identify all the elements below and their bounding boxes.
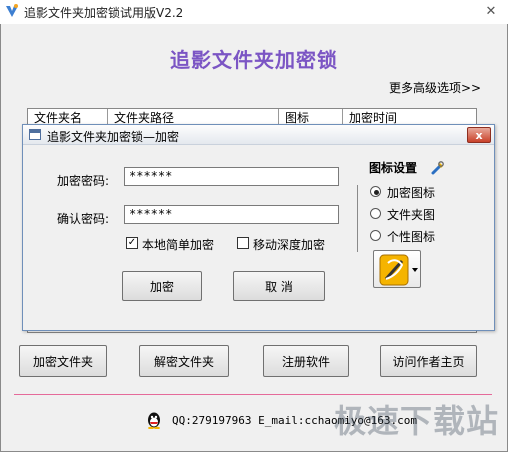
password-label: 加密密码: xyxy=(57,174,110,188)
encrypt-folder-button[interactable]: 加密文件夹 xyxy=(19,345,107,377)
password-input[interactable]: ****** xyxy=(124,167,339,186)
local-simple-encrypt-label[interactable]: 本地简单加密 xyxy=(142,236,214,253)
mobile-deep-encrypt-label[interactable]: 移动深度加密 xyxy=(253,236,325,253)
app-logo-icon xyxy=(4,3,20,19)
dialog-title: 追影文件夹加密锁—加密 xyxy=(47,130,180,144)
title-bar: 追影文件夹加密锁试用版V2.2 ✕ xyxy=(0,0,508,24)
option-custom-icon-label[interactable]: 个性图标 xyxy=(387,228,435,245)
icon-settings-title: 图标设置 xyxy=(369,161,418,175)
local-simple-encrypt-checkbox[interactable]: ✓ xyxy=(126,237,138,249)
decrypt-folder-button[interactable]: 解密文件夹 xyxy=(139,345,229,377)
site-watermark: 极速下载站 xyxy=(334,402,500,440)
tools-icon xyxy=(430,160,446,176)
lock-folder-icon xyxy=(379,254,418,286)
icon-picker-button[interactable] xyxy=(373,250,421,288)
close-icon: ✕ xyxy=(485,3,497,19)
mobile-deep-encrypt-checkbox[interactable] xyxy=(237,237,249,249)
option-encrypt-icon-label[interactable]: 加密图标 xyxy=(387,184,435,201)
encrypt-dialog: 追影文件夹加密锁—加密 x 加密密码: ****** 确认密码: ****** … xyxy=(22,124,495,331)
radio-custom-icon[interactable] xyxy=(370,230,381,241)
window-title: 追影文件夹加密锁试用版V2.2 xyxy=(24,6,184,20)
option-folder-icon-label[interactable]: 文件夹图 xyxy=(387,206,435,223)
radio-encrypt-icon[interactable] xyxy=(370,186,381,197)
footer-divider xyxy=(14,394,492,395)
window-close-button[interactable]: ✕ xyxy=(480,2,502,20)
dialog-title-bar: 追影文件夹加密锁—加密 x xyxy=(23,125,494,145)
settings-divider xyxy=(357,185,358,252)
encrypt-button[interactable]: 加密 xyxy=(122,271,202,301)
close-icon: x xyxy=(475,128,483,142)
confirm-password-label: 确认密码: xyxy=(57,212,110,226)
qq-penguin-icon xyxy=(145,411,163,430)
dialog-close-button[interactable]: x xyxy=(467,127,491,143)
visit-author-homepage-button[interactable]: 访问作者主页 xyxy=(380,345,477,377)
register-software-button[interactable]: 注册软件 xyxy=(263,345,349,377)
app-heading: 追影文件夹加密锁 xyxy=(170,48,338,72)
confirm-password-input[interactable]: ****** xyxy=(124,205,339,224)
radio-folder-icon[interactable] xyxy=(370,208,381,219)
more-options-link[interactable]: 更多高级选项>> xyxy=(389,79,481,96)
window-icon xyxy=(29,129,41,140)
cancel-button[interactable]: 取 消 xyxy=(233,271,325,301)
